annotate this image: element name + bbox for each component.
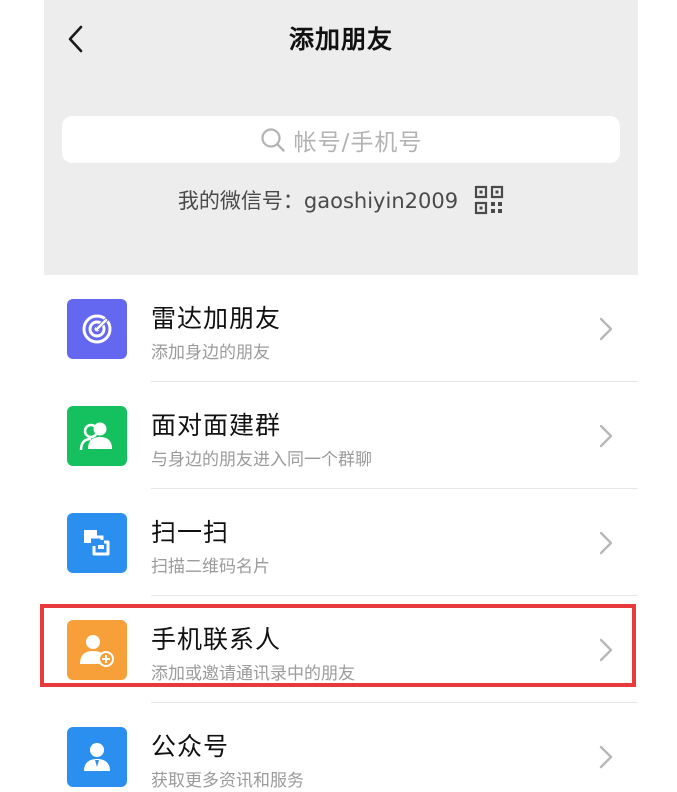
- item-subtitle: 与身边的朋友进入同一个群聊: [151, 450, 372, 470]
- search-input[interactable]: 帐号/手机号: [62, 116, 620, 163]
- official-account-icon: [67, 727, 127, 787]
- item-subtitle: 扫描二维码名片: [151, 557, 270, 577]
- add-friend-options-list: 雷达加朋友 添加身边的朋友 面对面建群 与身边的朋友进入同一个群聊 扫一扫 扫描…: [44, 275, 638, 792]
- item-title: 面对面建群: [151, 411, 282, 440]
- list-item-scan[interactable]: 扫一扫 扫描二维码名片: [44, 489, 638, 596]
- list-item-face-to-face-group[interactable]: 面对面建群 与身边的朋友进入同一个群聊: [44, 382, 638, 489]
- chevron-right-icon: [599, 638, 613, 662]
- item-title: 雷达加朋友: [151, 304, 282, 333]
- phone-contacts-icon: [67, 620, 127, 680]
- wechat-id-label: 我的微信号：gaoshiyin2009: [177, 189, 459, 213]
- chevron-right-icon: [599, 531, 613, 555]
- search-placeholder: 帐号/手机号: [293, 129, 423, 156]
- qr-code-icon[interactable]: [474, 185, 504, 215]
- radar-icon: [67, 299, 127, 359]
- scan-icon: [67, 513, 127, 573]
- page-title: 添加朋友: [288, 25, 393, 54]
- my-wechat-id: 我的微信号：gaoshiyin2009: [44, 180, 638, 220]
- face-to-face-group-icon: [67, 406, 127, 466]
- item-title: 手机联系人: [151, 625, 282, 654]
- header: 添加朋友: [44, 0, 638, 78]
- add-friends-screen: 添加朋友 帐号/手机号 我的微信号：gaoshiyin2009 雷达加朋友 添加…: [44, 0, 638, 792]
- list-item-radar[interactable]: 雷达加朋友 添加身边的朋友: [44, 275, 638, 382]
- list-item-phone-contacts[interactable]: 手机联系人 添加或邀请通讯录中的朋友: [44, 596, 638, 703]
- list-item-official-account[interactable]: 公众号 获取更多资讯和服务: [44, 703, 638, 792]
- chevron-right-icon: [599, 424, 613, 448]
- item-title: 公众号: [151, 732, 230, 761]
- item-subtitle: 添加或邀请通讯录中的朋友: [151, 664, 355, 684]
- chevron-right-icon: [599, 317, 613, 341]
- search-icon: [261, 127, 285, 152]
- item-subtitle: 添加身边的朋友: [151, 343, 270, 363]
- item-title: 扫一扫: [151, 518, 230, 547]
- item-subtitle: 获取更多资讯和服务: [151, 771, 304, 791]
- chevron-right-icon: [599, 745, 613, 769]
